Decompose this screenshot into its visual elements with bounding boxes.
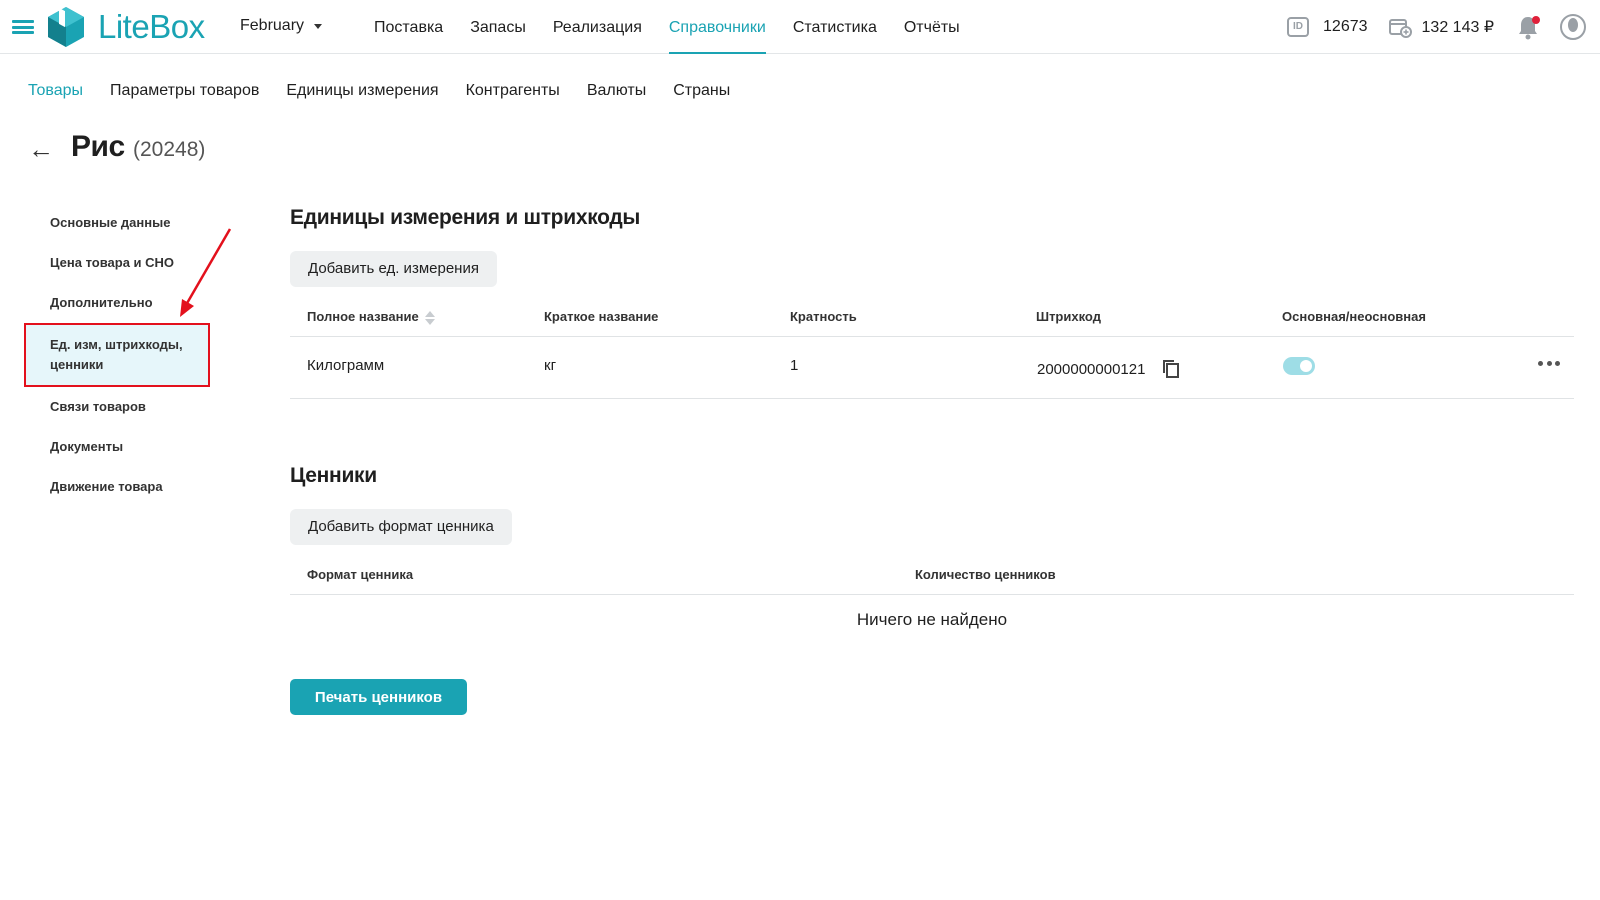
main-unit-toggle[interactable] (1283, 357, 1315, 375)
column-header-count: Количество ценников (915, 567, 1056, 582)
table-header: Формат ценника Количество ценников (290, 555, 1574, 595)
add-pricetag-format-button[interactable]: Добавить формат ценника (290, 509, 512, 545)
notification-dot (1532, 16, 1540, 24)
account-id: 12673 (1323, 18, 1368, 35)
nav-item-reports[interactable]: Отчёты (904, 0, 960, 54)
wallet-icon[interactable] (1388, 16, 1412, 38)
subnav-item-counterparties[interactable]: Контрагенты (466, 82, 560, 100)
cell-full-name: Килограмм (307, 357, 385, 374)
pricetags-table: Формат ценника Количество ценников (290, 555, 1574, 595)
nav-item-statistics[interactable]: Статистика (793, 0, 877, 54)
table-row: Килограмм кг 1 2000000000121 (290, 337, 1574, 399)
empty-state-text: Ничего не найдено (856, 610, 1008, 629)
add-unit-button[interactable]: Добавить ед. измерения (290, 251, 497, 287)
nav-item-supply[interactable]: Поставка (374, 0, 443, 54)
cell-short-name: кг (544, 357, 557, 374)
column-header-multiplicity: Кратность (790, 309, 857, 324)
subnav-item-currencies[interactable]: Валюты (587, 82, 646, 100)
main-nav: Поставка Запасы Реализация Справочники С… (374, 0, 987, 54)
account-area: ID 12673 132 143 ₽ (1287, 12, 1586, 42)
cell-barcode: 2000000000121 (1037, 361, 1146, 378)
side-item-movement[interactable]: Движение товара (24, 467, 210, 507)
logo[interactable]: LiteBox (46, 5, 205, 49)
column-header-main: Основная/неосновная (1282, 309, 1426, 324)
nav-item-sales[interactable]: Реализация (553, 0, 642, 54)
month-label: February (240, 17, 305, 34)
column-header-full-name[interactable]: Полное название (307, 309, 435, 325)
cell-multiplicity: 1 (790, 357, 799, 374)
logo-icon (48, 7, 84, 47)
logo-text: LiteBox (98, 8, 205, 45)
month-selector[interactable]: February (240, 17, 323, 35)
top-bar: LiteBox February Поставка Запасы Реализа… (0, 0, 1600, 54)
print-pricetags-button[interactable]: Печать ценников (290, 679, 467, 715)
sort-icon[interactable] (424, 310, 435, 325)
table-header: Полное название Краткое название Кратнос… (290, 297, 1574, 337)
menu-icon[interactable] (12, 20, 34, 34)
annotation-arrow (180, 228, 232, 317)
units-section-title: Единицы измерения и штрихкоды (290, 206, 641, 229)
column-header-format: Формат ценника (307, 567, 414, 582)
side-item-units-barcodes-pricetags[interactable]: Ед. изм, штрихкоды, ценники (24, 323, 210, 387)
side-item-links[interactable]: Связи товаров (24, 387, 210, 427)
subnav-item-countries[interactable]: Страны (673, 82, 730, 100)
column-header-short-name: Краткое название (544, 309, 659, 324)
user-icon[interactable] (1560, 14, 1586, 40)
copy-icon[interactable] (1162, 359, 1180, 379)
pricetags-section-title: Ценники (290, 464, 377, 487)
side-item-documents[interactable]: Документы (24, 427, 210, 467)
subnav-item-units[interactable]: Единицы измерения (286, 82, 438, 100)
chevron-down-icon (314, 23, 323, 29)
nav-item-stock[interactable]: Запасы (470, 0, 526, 54)
nav-item-references[interactable]: Справочники (668, 0, 766, 54)
bell-icon[interactable] (1516, 14, 1540, 40)
page-title: Рис (71, 130, 125, 163)
subnav-item-goods-params[interactable]: Параметры товаров (110, 82, 259, 100)
sub-nav: Товары Параметры товаров Единицы измерен… (28, 82, 757, 100)
balance: 132 143 ₽ (1421, 19, 1494, 36)
back-arrow-icon[interactable]: ← (28, 134, 54, 165)
product-id: (20248) (133, 138, 206, 161)
column-header-barcode: Штрихкод (1036, 309, 1101, 324)
subnav-item-goods[interactable]: Товары (28, 82, 83, 100)
more-options-icon[interactable] (1538, 361, 1560, 367)
id-icon: ID (1287, 17, 1310, 37)
column-label: Полное название (307, 309, 419, 324)
units-table: Полное название Краткое название Кратнос… (290, 297, 1574, 399)
